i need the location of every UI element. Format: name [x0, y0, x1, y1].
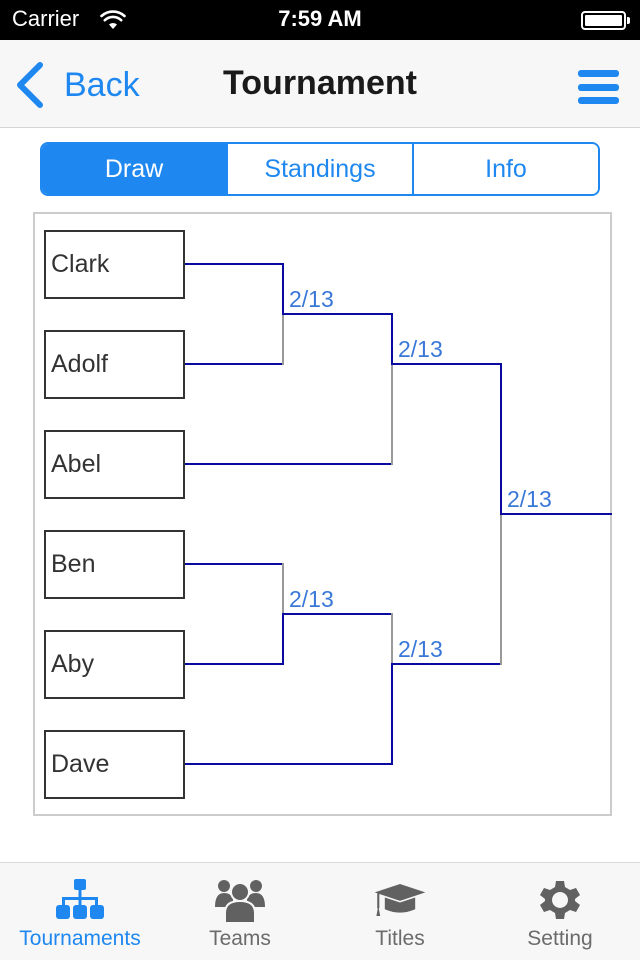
- player-box-dave[interactable]: Dave: [44, 730, 185, 799]
- tab-bar: Tournaments Teams Titles Setting: [0, 862, 640, 960]
- player-box-aby[interactable]: Aby: [44, 630, 185, 699]
- tab-setting[interactable]: Setting: [480, 863, 640, 960]
- graduation-cap-icon: [374, 883, 426, 917]
- match-date-r2-bottom[interactable]: 2/13: [398, 636, 443, 663]
- back-label: Back: [64, 65, 140, 104]
- clock: 7:59 AM: [278, 6, 362, 31]
- navigation-bar: Back Tournament: [0, 40, 640, 128]
- hamburger-menu-icon[interactable]: [578, 70, 619, 104]
- match-date-final[interactable]: 2/13: [507, 486, 552, 513]
- tab-info[interactable]: Info: [412, 144, 598, 194]
- gear-icon: [540, 881, 580, 919]
- tab-draw[interactable]: Draw: [42, 144, 226, 194]
- player-box-abel[interactable]: Abel: [44, 430, 185, 499]
- match-date-r2-top[interactable]: 2/13: [398, 336, 443, 363]
- view-segmented-control: Draw Standings Info: [40, 142, 600, 196]
- battery-full-icon: [581, 11, 630, 30]
- tab-standings[interactable]: Standings: [226, 144, 412, 194]
- group-icon: [215, 880, 265, 923]
- back-button[interactable]: Back: [14, 62, 140, 108]
- match-date-r1-top[interactable]: 2/13: [289, 286, 334, 313]
- hierarchy-icon: [56, 879, 104, 919]
- tab-label: Teams: [209, 927, 271, 950]
- match-date-r1-bottom[interactable]: 2/13: [289, 586, 334, 613]
- player-box-adolf[interactable]: Adolf: [44, 330, 185, 399]
- player-box-clark[interactable]: Clark: [44, 230, 185, 299]
- status-bar: Carrier 7:59 AM: [0, 0, 640, 40]
- tab-teams[interactable]: Teams: [160, 863, 320, 960]
- tab-label: Setting: [527, 927, 593, 950]
- player-box-ben[interactable]: Ben: [44, 530, 185, 599]
- tab-label: Tournaments: [19, 927, 141, 950]
- chevron-left-icon: [17, 62, 43, 108]
- tab-label: Titles: [375, 927, 425, 950]
- tab-tournaments[interactable]: Tournaments: [0, 863, 160, 960]
- tab-titles[interactable]: Titles: [320, 863, 480, 960]
